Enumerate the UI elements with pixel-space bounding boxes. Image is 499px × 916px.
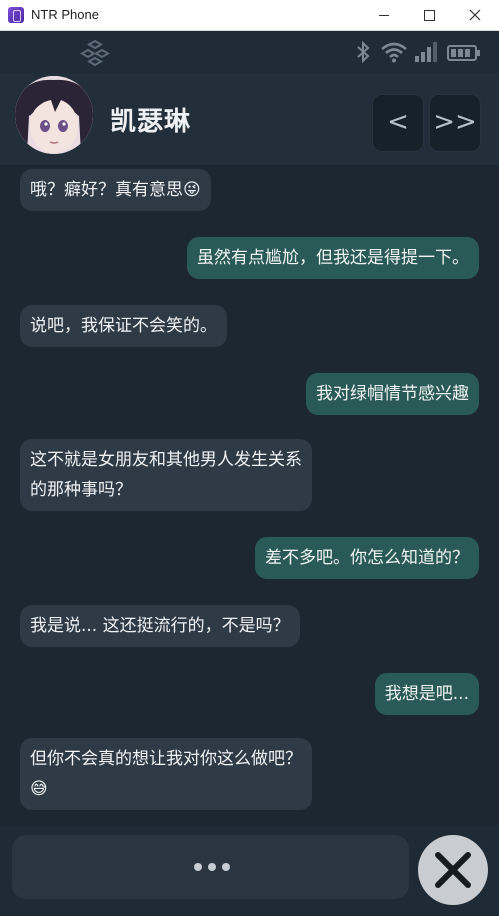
message-text-line: 这不就是女朋友和其他男人发生关系 (30, 450, 302, 470)
message-text: 我对绿帽情节感兴趣 (316, 384, 469, 404)
avatar-portrait-icon (15, 76, 93, 154)
previous-button[interactable]: < (372, 94, 424, 152)
close-chat-button[interactable] (418, 835, 488, 905)
message-list: 哦？癖好？真有意思😜 虽然有点尴尬，但我还是得提一下。 说吧，我保证不会笑的。 … (0, 165, 499, 826)
app-icon (8, 7, 24, 23)
status-bar (0, 31, 499, 73)
message-incoming: 但你不会真的想让我对你这么做吧？ 😅 (20, 738, 312, 810)
wink-tongue-emoji-icon: 😜 (183, 180, 201, 200)
message-incoming: 我是说... 这还挺流行的，不是吗？ (20, 605, 300, 647)
typing-indicator-icon (194, 863, 230, 871)
window-title: NTR Phone (31, 7, 99, 22)
message-incoming: 这不就是女朋友和其他男人发生关系 的那种事吗？ (20, 439, 312, 511)
signal-icon (415, 42, 437, 62)
message-outgoing: 差不多吧。你怎么知道的？ (255, 537, 479, 579)
message-outgoing: 我想是吧... (374, 673, 479, 715)
close-x-icon (469, 9, 481, 21)
maximize-button[interactable] (406, 0, 452, 31)
message-text: 虽然有点尴尬，但我还是得提一下。 (197, 248, 469, 268)
bluetooth-icon (357, 41, 370, 63)
skip-button[interactable]: >> (429, 94, 481, 152)
avatar (15, 76, 93, 154)
logo-icon (80, 39, 110, 67)
reply-input-bar[interactable] (12, 835, 409, 899)
battery-icon (447, 45, 480, 61)
wifi-icon (381, 42, 407, 63)
chat-header: 凯瑟琳 < >> (0, 73, 499, 165)
window-close-button[interactable] (452, 0, 498, 31)
message-text: 我想是吧... (384, 684, 469, 704)
message-text: 说吧，我保证不会笑的。 (30, 316, 217, 336)
minimize-button[interactable] (361, 0, 407, 31)
sweat-smile-emoji-icon: 😅 (30, 779, 48, 799)
message-outgoing: 我对绿帽情节感兴趣 (306, 373, 479, 415)
window-titlebar: NTR Phone (0, 0, 499, 31)
message-incoming: 哦？癖好？真有意思😜 (20, 169, 211, 211)
message-incoming: 说吧，我保证不会笑的。 (20, 305, 227, 347)
message-text: 哦？癖好？真有意思 (30, 180, 183, 200)
message-text: 我是说... 这还挺流行的，不是吗？ (30, 616, 290, 636)
message-outgoing: 虽然有点尴尬，但我还是得提一下。 (187, 237, 479, 279)
message-text-line: 但你不会真的想让我对你这么做吧？ (30, 749, 302, 769)
phone-app: 凯瑟琳 < >> 哦？癖好？真有意思😜 虽然有点尴尬，但我还是得提一下。 说吧，… (0, 31, 499, 916)
contact-name: 凯瑟琳 (110, 107, 192, 137)
close-icon (435, 852, 471, 888)
message-text-line: 的那种事吗？ (30, 480, 132, 500)
message-text: 差不多吧。你怎么知道的？ (265, 548, 469, 568)
